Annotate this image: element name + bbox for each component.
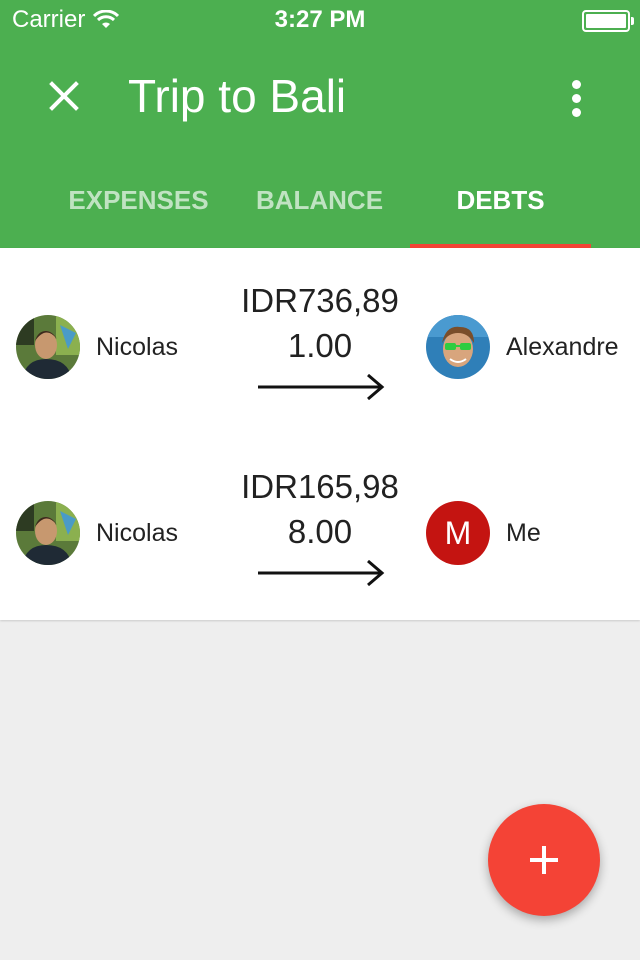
avatar-nicolas [16, 501, 80, 565]
avatar-alexandre [426, 315, 490, 379]
debt-amount-line2: 8.00 [287, 513, 353, 550]
debt-amount: IDR165,98 8.00 [220, 464, 420, 554]
avatar-initial: M [444, 514, 472, 551]
tab-debts-label: DEBTS [456, 184, 545, 215]
tab-expenses[interactable]: EXPENSES [48, 152, 229, 248]
arrow-right-icon [258, 374, 385, 400]
close-button[interactable] [30, 62, 98, 130]
creditor-name: Alexandre [506, 333, 619, 361]
page-title: Trip to Bali [128, 70, 347, 122]
tab-expenses-label: EXPENSES [68, 184, 209, 215]
tab-debts[interactable]: DEBTS [410, 152, 591, 248]
tab-bar: EXPENSES BALANCE DEBTS [48, 152, 591, 248]
debt-amount: IDR736,89 1.00 [220, 278, 420, 368]
debts-list: Nicolas IDR736,89 1.00 Alexandre Nicolas… [0, 248, 640, 620]
creditor-name: Me [506, 519, 541, 547]
add-button[interactable] [488, 804, 600, 916]
debt-amount-line1: IDR165,98 [241, 468, 399, 505]
close-icon [49, 81, 79, 111]
debtor-name: Nicolas [96, 519, 178, 547]
debt-amount-line2: 1.00 [287, 327, 353, 364]
debt-row[interactable]: Nicolas IDR165,98 8.00 M Me [0, 434, 640, 620]
arrow-right-icon [258, 560, 385, 586]
plus-icon [530, 846, 558, 874]
battery-icon [582, 10, 634, 32]
debt-amount-line1: IDR736,89 [241, 282, 399, 319]
more-vert-icon [571, 79, 581, 89]
toolbar: Trip to Bali [0, 40, 640, 152]
avatar-me: M [426, 501, 490, 565]
app-bar: Carrier 3:27 PM Trip to Bali EXPENSES BA… [0, 0, 640, 248]
debt-row[interactable]: Nicolas IDR736,89 1.00 Alexandre [0, 248, 640, 434]
status-bar: Carrier 3:27 PM [0, 0, 640, 40]
tab-balance-label: BALANCE [255, 184, 384, 215]
status-time: 3:27 PM [274, 6, 366, 33]
tab-balance[interactable]: BALANCE [229, 152, 410, 248]
more-options-button[interactable] [548, 70, 604, 126]
debtor-name: Nicolas [96, 333, 178, 361]
avatar-nicolas [16, 315, 80, 379]
